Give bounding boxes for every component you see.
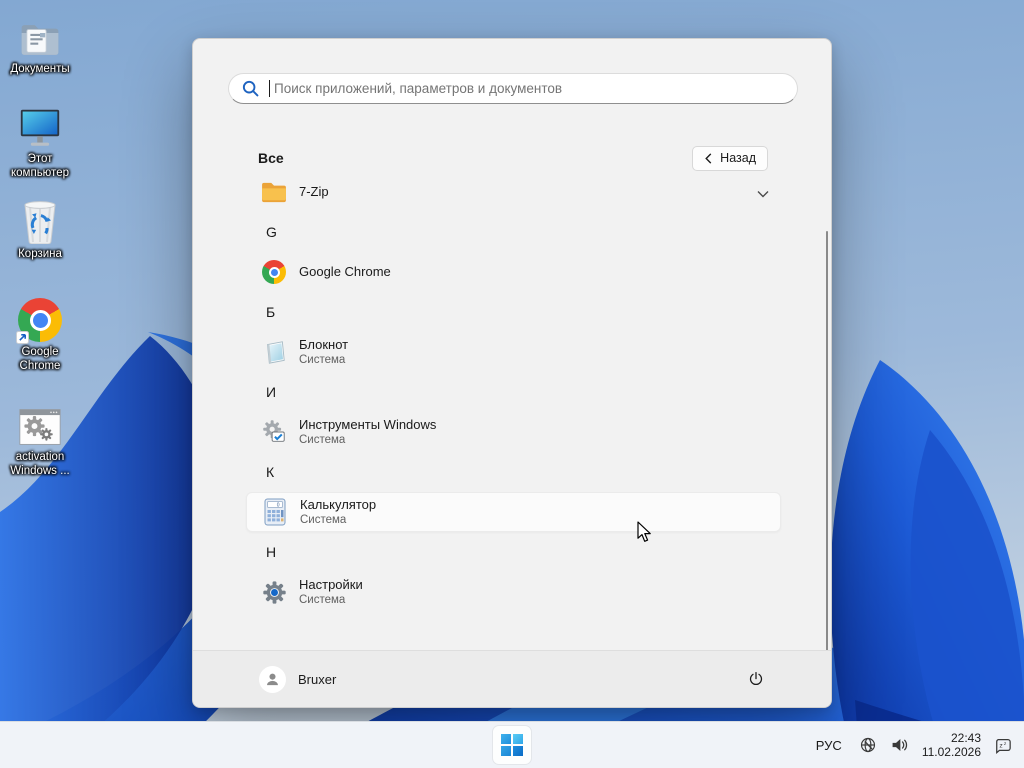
- back-button[interactable]: Назад: [692, 145, 768, 171]
- section-header-Б: Б: [266, 304, 276, 320]
- desktop-icon-google-chrome[interactable]: Google Chrome: [1, 296, 79, 373]
- desktop-icon-label: Документы: [10, 63, 70, 75]
- calculator-icon: 0: [260, 497, 290, 527]
- section-header-К: К: [266, 464, 275, 480]
- windows-start-icon: [501, 734, 523, 756]
- text-caret: [269, 80, 270, 97]
- section-header-И: И: [266, 384, 277, 400]
- svg-text:0: 0: [277, 503, 280, 509]
- clock-date: 11.02.2026: [921, 745, 981, 759]
- user-account-button[interactable]: Bruxer: [259, 665, 337, 693]
- app-list-item-notepad[interactable]: Блокнот Система: [246, 332, 781, 372]
- speaker-icon[interactable]: [890, 736, 909, 754]
- scrollbar-thumb[interactable]: [826, 231, 828, 653]
- clock-time: 22:43: [950, 731, 981, 745]
- app-list-item-google-chrome[interactable]: Google Chrome: [246, 252, 781, 292]
- apps-header: Все Назад: [258, 145, 768, 171]
- windows-tools-icon: [259, 417, 289, 447]
- monitor-icon: [18, 103, 62, 149]
- language-indicator[interactable]: РУС: [812, 736, 846, 755]
- shortcut-arrow-badge: [16, 331, 29, 344]
- user-name: Bruxer: [298, 671, 337, 687]
- desktop-icon-label: Google Chrome: [19, 346, 61, 372]
- user-avatar-icon: [259, 665, 286, 693]
- script-window-icon: [18, 401, 62, 447]
- app-list-item-windows-tools[interactable]: Инструменты Windows Система: [246, 412, 781, 452]
- desktop-icon-documents[interactable]: Документы: [1, 13, 79, 76]
- taskbar-clock[interactable]: 22:43 11.02.2026: [922, 731, 981, 759]
- start-menu-footer: Bruxer: [193, 650, 831, 707]
- app-list-item-settings[interactable]: Настройки Система: [246, 572, 781, 612]
- settings-gear-icon: [259, 577, 289, 607]
- search-icon: [241, 79, 260, 98]
- power-icon: [749, 671, 763, 685]
- desktop-icon-label: activation Windows ...: [10, 451, 70, 477]
- desktop-icon-recycle-bin[interactable]: Корзина: [1, 198, 79, 261]
- power-button[interactable]: [741, 664, 771, 694]
- notepad-icon: [259, 337, 289, 367]
- desktop-icon-label: Корзина: [18, 248, 62, 260]
- app-list-item-calculator[interactable]: 0 Калькулятор Система: [246, 492, 781, 532]
- mouse-cursor: [637, 521, 651, 542]
- svg-text:z: z: [1004, 742, 1007, 747]
- app-list-item-7zip[interactable]: 7-Zip: [246, 172, 781, 212]
- system-tray: РУС 22:43 11.02.2026 z z: [812, 722, 1012, 768]
- start-menu: Все Назад 7-Zip G Google Chrome: [192, 38, 832, 708]
- dnd-notification-icon[interactable]: z z: [994, 737, 1012, 754]
- chrome-logo-icon: [16, 296, 62, 344]
- folder-icon: [259, 177, 289, 207]
- search-box[interactable]: [228, 73, 798, 104]
- recycle-bin-icon: [20, 198, 60, 244]
- back-chevron-icon: [705, 152, 712, 164]
- chevron-down-icon[interactable]: [757, 185, 769, 203]
- desktop-icon-this-pc[interactable]: Этот компьютер: [1, 103, 79, 180]
- globe-offline-icon[interactable]: [859, 736, 877, 754]
- svg-text:z: z: [999, 742, 1003, 749]
- start-button[interactable]: [492, 725, 532, 765]
- section-header-Н: Н: [266, 544, 277, 560]
- app-list: 7-Zip G Google Chrome Б Блокнот Система …: [246, 172, 781, 612]
- search-input[interactable]: [271, 81, 785, 96]
- section-header-G: G: [266, 224, 277, 240]
- desktop-icon-activation-windows[interactable]: activation Windows ...: [1, 401, 79, 478]
- desktop-icon-label: Этот компьютер: [11, 153, 69, 179]
- taskbar: РУС 22:43 11.02.2026 z z: [0, 721, 1024, 768]
- documents-folder-icon: [19, 13, 61, 59]
- chrome-logo-icon: [259, 257, 289, 287]
- all-apps-title: Все: [258, 150, 284, 166]
